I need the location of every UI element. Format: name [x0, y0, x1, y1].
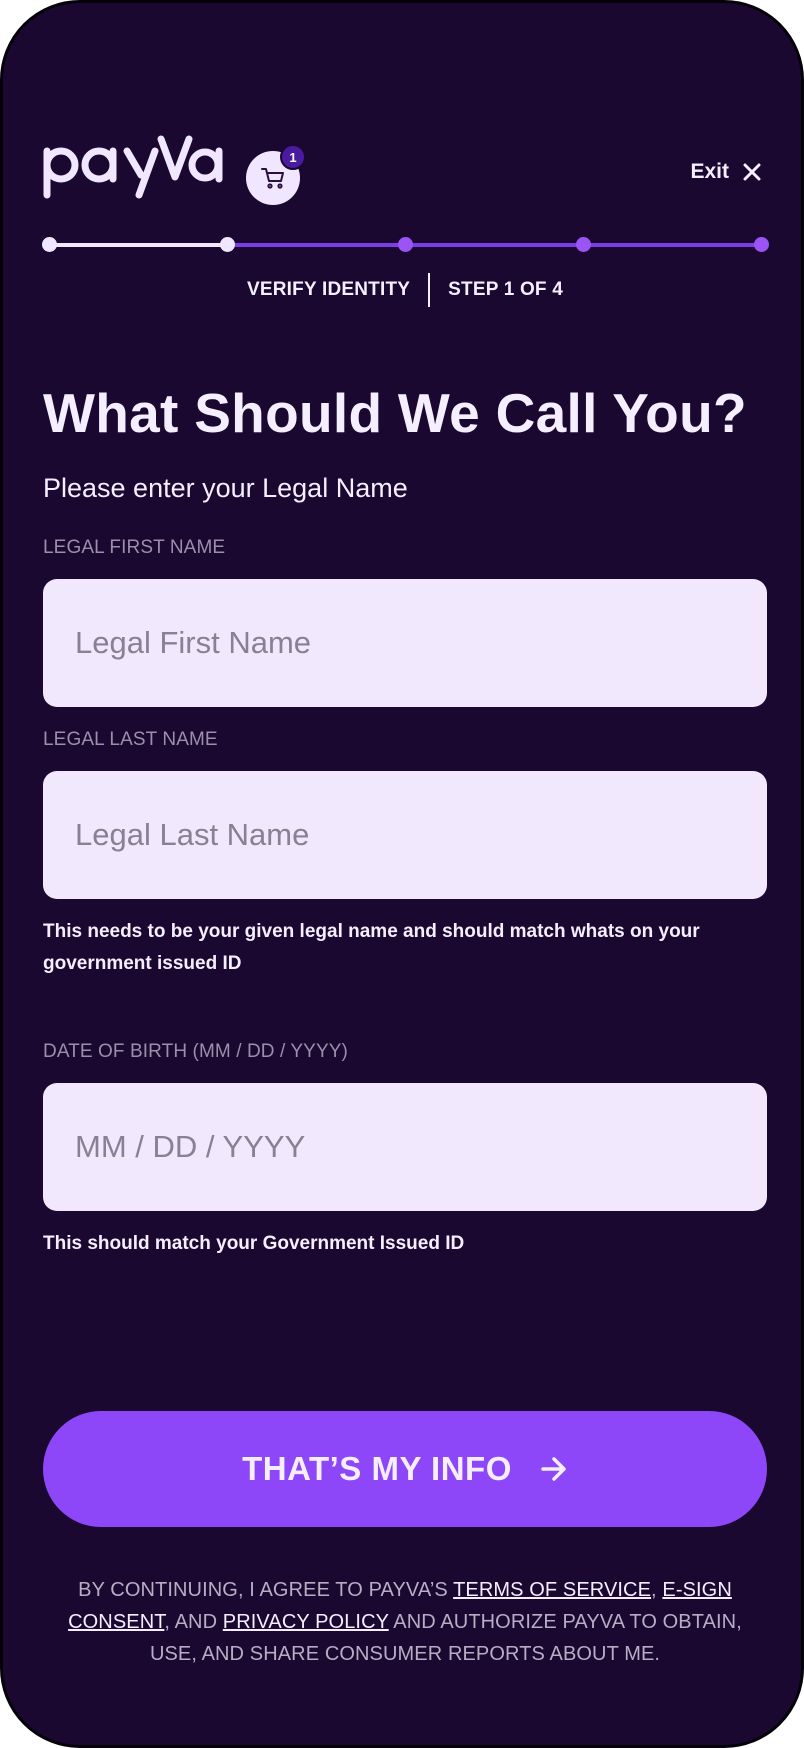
- step-counter: STEP 1 OF 4: [448, 279, 563, 300]
- page-title: What Should We Call You?: [43, 382, 747, 444]
- first-name-label: LEGAL FIRST NAME: [43, 537, 226, 558]
- arrow-right-icon: [541, 1457, 566, 1481]
- progress-dot-step-3: [576, 237, 591, 252]
- progress-dot-step-2: [398, 237, 413, 252]
- terms-of-service-link[interactable]: TERMS OF SERVICE: [453, 1579, 651, 1601]
- first-name-input[interactable]: [43, 579, 767, 707]
- step-indicator: VERIFY IDENTITY STEP 1 OF 4: [3, 273, 801, 307]
- exit-label: Exit: [690, 160, 729, 183]
- privacy-policy-link[interactable]: PRIVACY POLICY: [223, 1611, 389, 1633]
- submit-button[interactable]: THAT’S MY INFO: [43, 1411, 767, 1527]
- legal-prefix: BY CONTINUING, I AGREE TO PAYVA’S: [78, 1579, 454, 1601]
- cart-count-badge: 1: [280, 144, 306, 170]
- name-helper-text: This needs to be your given legal name a…: [43, 921, 700, 974]
- step-progress-bar: [42, 237, 769, 252]
- progress-dot-step-1: [220, 237, 235, 252]
- legal-disclaimer: BY CONTINUING, I AGREE TO PAYVA’S TERMS …: [43, 1574, 767, 1670]
- progress-fill: [49, 243, 227, 247]
- payva-logo: [43, 135, 223, 199]
- progress-dot-step-4: [754, 237, 769, 252]
- legal-comma: ,: [651, 1579, 663, 1601]
- dob-input[interactable]: [43, 1083, 767, 1211]
- last-name-label: LEGAL LAST NAME: [43, 729, 218, 750]
- dob-helper-text: This should match your Government Issued…: [43, 1233, 465, 1254]
- submit-label: THAT’S MY INFO: [242, 1450, 512, 1487]
- exit-button[interactable]: Exit: [690, 160, 761, 184]
- dob-label: DATE OF BIRTH (MM / DD / YYYY): [43, 1041, 348, 1062]
- progress-dot-start: [42, 237, 57, 252]
- page-subtitle: Please enter your Legal Name: [43, 473, 408, 503]
- cart-icon: [261, 168, 284, 189]
- last-name-input[interactable]: [43, 771, 767, 899]
- close-icon: [743, 163, 761, 181]
- step-divider: [428, 273, 431, 307]
- step-title: VERIFY IDENTITY: [247, 279, 411, 300]
- app-screen: 1 Exit VERIFY IDENTITY STEP 1 OF 4 What …: [0, 0, 804, 1748]
- legal-and: , AND: [164, 1611, 223, 1633]
